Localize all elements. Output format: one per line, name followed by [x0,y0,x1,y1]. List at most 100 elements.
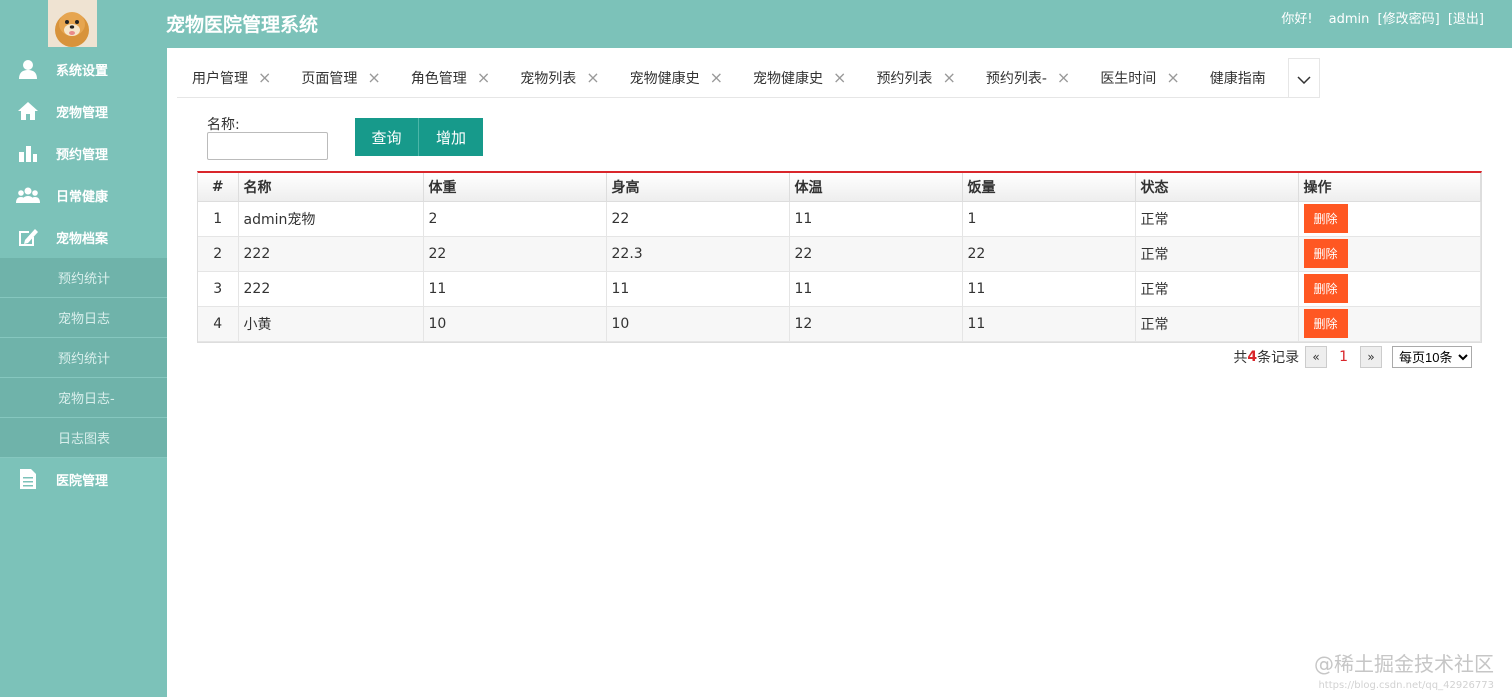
logout-link[interactable]: [退出] [1448,12,1484,27]
table-cell: 10 [606,306,790,342]
tab-label: 预约列表- [985,70,1047,87]
table-cell: 222 [238,271,424,307]
tab-doctor-time[interactable]: 医生时间 × [1085,59,1194,97]
table-row: 1 admin宠物 2 22 11 1 正常 删除 [198,201,1481,237]
table-cell: 4 [198,306,239,342]
tab-bar: 用户管理 × 页面管理 × 角色管理 × 宠物列表 × 宠物健康史 × 宠物健康史 × 预约… [177,58,1320,98]
close-icon[interactable]: × [586,68,599,87]
delete-button[interactable]: 删除 [1303,274,1348,303]
query-button[interactable]: 查询 [355,118,419,156]
table-cell: 22 [962,236,1136,272]
table-cell: admin宠物 [238,201,424,237]
sidebar-item-system-settings[interactable]: 系统设置 [0,48,167,90]
watermark-url: https://blog.csdn.net/qq_42926773 [1318,680,1494,691]
sidebar-item-pet-management[interactable]: 宠物管理 [0,90,167,132]
sidebar-subitem-appointment-stats[interactable]: 预约统计 [0,258,167,298]
page-size-select[interactable]: 每页10条 [1392,346,1472,368]
tab-health-guide[interactable]: 健康指南 [1195,59,1281,97]
action-button-group: 查询 增加 [355,118,483,156]
close-icon[interactable]: × [258,68,271,87]
next-page-button[interactable]: » [1360,346,1382,368]
close-icon[interactable]: × [1166,68,1179,87]
sidebar-item-label: 预约管理 [56,147,109,163]
table-cell: 正常 [1135,201,1299,237]
table-row: 3 222 11 11 11 11 正常 删除 [198,271,1481,307]
record-count: 4 [1247,349,1258,365]
close-icon[interactable]: × [833,68,846,87]
data-grid: # 名称 体重 身高 体温 饭量 状态 操作 1 admin宠物 2 22 11 [197,171,1482,343]
user-area: 你好! admin [修改密码] [退出] [1277,8,1484,27]
close-icon[interactable]: × [477,68,490,87]
sidebar-item-label: 系统设置 [56,63,109,79]
column-header: 体温 [789,173,963,202]
home-icon [0,101,56,121]
tab-pet-health-history-2[interactable]: 宠物健康史 × [738,59,861,97]
sidebar-item-label: 日常健康 [56,189,109,205]
tab-role-management[interactable]: 角色管理 × [396,59,505,97]
delete-button[interactable]: 删除 [1303,204,1348,233]
table-cell: 11 [789,201,963,237]
tab-label: 健康指南 [1209,70,1266,87]
username-text: admin [1328,12,1370,27]
table-cell: 小黄 [238,306,424,342]
record-count-suffix: 条记录 [1257,350,1300,366]
delete-button[interactable]: 删除 [1303,309,1348,338]
greeting-text: 你好! [1281,12,1313,27]
prev-page-button[interactable]: « [1305,346,1328,368]
tab-label: 宠物健康史 [753,70,824,87]
sidebar-item-hospital-management[interactable]: 医院管理 [0,458,167,500]
tab-appointment-list-2[interactable]: 预约列表- × [971,59,1085,97]
table-row: 4 小黄 10 10 12 11 正常 删除 [198,306,1481,342]
close-icon[interactable]: × [1057,68,1070,87]
table-cell: 删除 [1298,306,1481,342]
table-cell: 222 [238,236,424,272]
sidebar-subitem-appointment-stats-2[interactable]: 预约统计 [0,338,167,378]
table-cell: 11 [962,306,1136,342]
table-cell: 12 [789,306,963,342]
tab-user-management[interactable]: 用户管理 × [177,59,286,97]
sidebar-item-pet-records[interactable]: 宠物档案 [0,216,167,258]
table-cell: 11 [962,271,1136,307]
close-icon[interactable]: × [367,68,380,87]
tab-label: 角色管理 [410,70,467,87]
sidebar-subitem-pet-log-2[interactable]: 宠物日志- [0,378,167,418]
sidebar-subitem-pet-log[interactable]: 宠物日志 [0,298,167,338]
table-cell: 2 [423,201,607,237]
table-cell: 3 [198,271,239,307]
column-header: 状态 [1135,173,1299,202]
close-icon[interactable]: × [942,68,955,87]
name-search-input[interactable] [207,132,328,160]
tab-pet-list[interactable]: 宠物列表 × [505,59,614,97]
app-title: 宠物医院管理系统 [166,14,319,36]
sidebar-subitem-log-chart[interactable]: 日志图表 [0,418,167,458]
tab-appointment-list[interactable]: 预约列表 × [861,59,970,97]
chevron-down-icon [1297,69,1311,88]
tab-more-button[interactable] [1288,58,1320,98]
table-cell: 正常 [1135,236,1299,272]
table-cell: 删除 [1298,201,1481,237]
sidebar: 系统设置 宠物管理 预约管理 日常健康 宠物档案 预约统计 宠物日志 预约统计 … [0,48,167,697]
sidebar-item-daily-health[interactable]: 日常健康 [0,174,167,216]
sidebar-item-label: 宠物档案 [56,231,109,247]
close-icon[interactable]: × [710,68,723,87]
tab-page-management[interactable]: 页面管理 × [286,59,395,97]
edit-icon [0,227,56,247]
column-header: 体重 [423,173,607,202]
watermark: @稀土掘金技术社区 [1314,652,1494,676]
main-content: 用户管理 × 页面管理 × 角色管理 × 宠物列表 × 宠物健康史 × 宠物健康史 × 预约… [167,48,1512,697]
group-icon [0,187,56,203]
table-cell: 22 [606,201,790,237]
delete-button[interactable]: 删除 [1303,239,1348,268]
table-cell: 10 [423,306,607,342]
add-button[interactable]: 增加 [419,118,483,156]
tab-pet-health-history[interactable]: 宠物健康史 × [615,59,738,97]
change-password-link[interactable]: [修改密码] [1378,12,1440,27]
column-header: 身高 [606,173,790,202]
current-page[interactable]: 1 [1339,349,1348,365]
tab-label: 宠物健康史 [629,70,700,87]
logo-avatar [48,0,97,47]
table-cell: 11 [606,271,790,307]
table-cell: 正常 [1135,271,1299,307]
table-header-row: # 名称 体重 身高 体温 饭量 状态 操作 [198,173,1481,202]
sidebar-item-appointment-management[interactable]: 预约管理 [0,132,167,174]
